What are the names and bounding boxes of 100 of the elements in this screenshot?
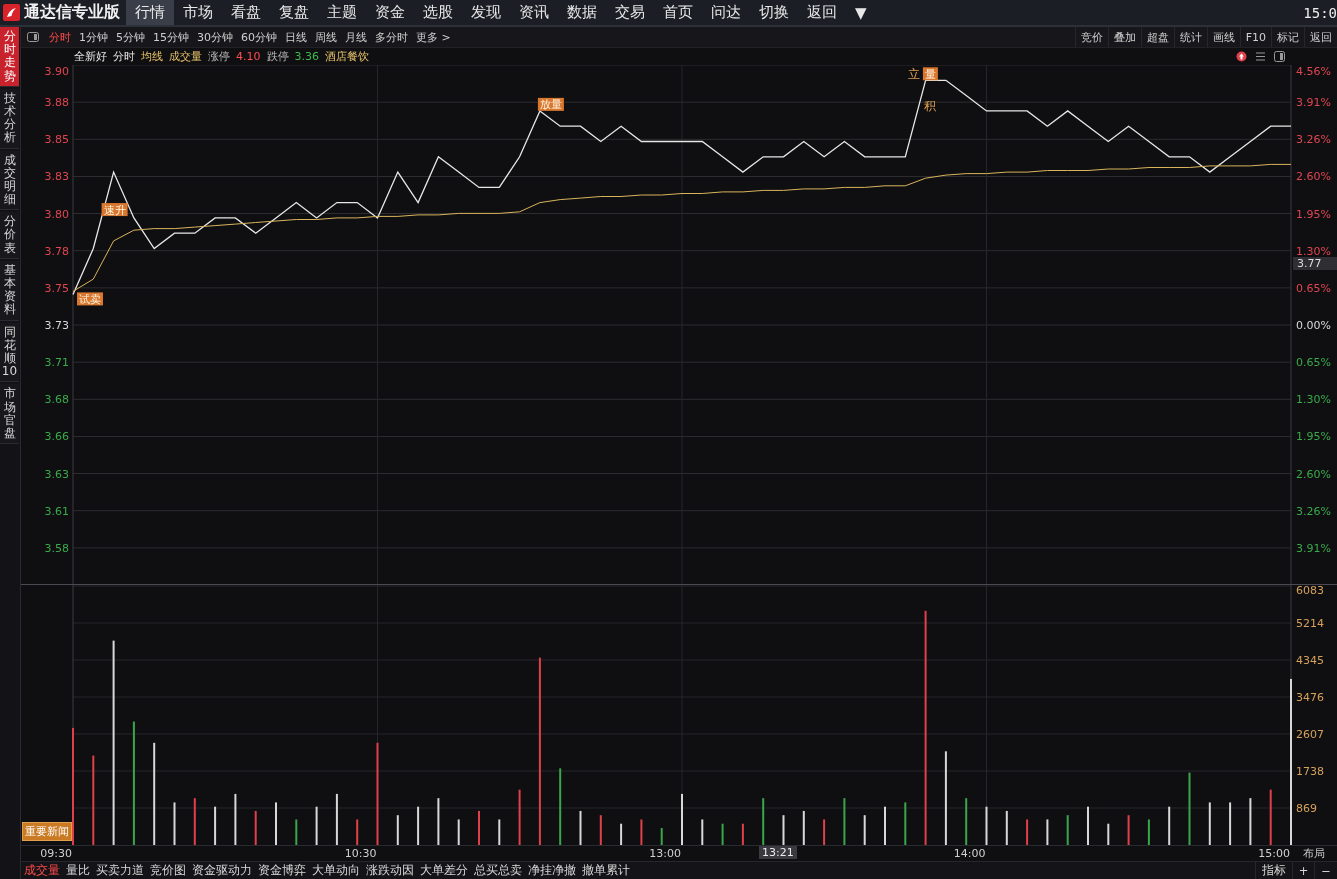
menu-tab[interactable]: 首页 [654, 0, 702, 25]
period-tab[interactable]: 1分钟 [75, 27, 112, 47]
side-tab[interactable]: 市场官盘 [0, 384, 19, 445]
percent-axis-label: 1.95% [1296, 430, 1331, 444]
volume-bar [173, 802, 176, 845]
signal-text: 立 [907, 67, 920, 82]
volume-bar [234, 793, 237, 845]
menu-tab[interactable]: 资讯 [510, 0, 558, 25]
indicator-tab[interactable]: 竞价图 [147, 862, 189, 879]
indicator-tab[interactable]: 净挂净撤 [525, 862, 579, 879]
volume-bar [498, 819, 501, 845]
volume-bar [640, 819, 643, 845]
price-axis-label: 3.61 [44, 504, 69, 518]
volume-bar [1269, 789, 1272, 845]
signal-tag: 试卖 [77, 292, 103, 306]
period-tab[interactable]: 更多 > [412, 27, 455, 47]
price-axis-label: 3.71 [44, 356, 69, 370]
alert-icon[interactable] [1236, 51, 1247, 62]
indicator-tab[interactable]: 买卖力道 [93, 862, 147, 879]
price-axis-label: 3.58 [44, 541, 69, 555]
period-tab[interactable]: 5分钟 [112, 27, 149, 47]
price-axis-label: 3.80 [44, 207, 69, 221]
indicator-control[interactable]: + [1291, 862, 1315, 879]
side-tab[interactable]: 同花顺10 [0, 322, 19, 383]
volume-bar [843, 798, 846, 845]
volume-axis-label: 6083 [1296, 585, 1324, 597]
list-icon[interactable] [1255, 51, 1266, 62]
volume-bar [437, 798, 440, 845]
menu-tab[interactable]: 发现 [462, 0, 510, 25]
menu-tab[interactable]: 返回 [798, 0, 846, 25]
tool-button[interactable]: 统计 [1173, 27, 1207, 47]
indicator-tab[interactable]: 资金驱动力 [189, 862, 255, 879]
volume-bar [396, 815, 399, 845]
menu-tab[interactable]: 切换 [750, 0, 798, 25]
time-axis-label: 09:30 [40, 847, 72, 860]
period-tab[interactable]: 月线 [341, 27, 371, 47]
info-text: 全新好 [74, 49, 107, 64]
menu-tab[interactable]: 交易 [606, 0, 654, 25]
volume-axis-label: 3476 [1296, 691, 1324, 704]
period-tab[interactable]: 60分钟 [237, 27, 281, 47]
tool-button[interactable]: 叠加 [1107, 27, 1141, 47]
panel-toggle-icon[interactable] [27, 32, 39, 42]
signal-text: 积 [923, 99, 936, 114]
period-tab[interactable]: 15分钟 [149, 27, 193, 47]
menu-tab[interactable]: 看盘 [222, 0, 270, 25]
indicator-tab[interactable]: 涨跌动因 [363, 862, 417, 879]
volume-bar [518, 789, 521, 845]
price-axis-label: 3.83 [44, 170, 69, 184]
period-tab[interactable]: 多分时 [371, 27, 412, 47]
price-axis-label: 3.75 [44, 281, 69, 295]
percent-axis-label: 3.26% [1296, 504, 1331, 518]
price-axis-label: 3.90 [44, 65, 69, 78]
indicator-tab[interactable]: 成交量 [21, 862, 63, 879]
volume-bar [904, 802, 907, 845]
volume-bar [1107, 823, 1110, 845]
side-tab[interactable]: 技术分析 [0, 88, 19, 149]
indicator-tab[interactable]: 资金博弈 [255, 862, 309, 879]
indicator-tab[interactable]: 大单动向 [309, 862, 363, 879]
tool-button[interactable]: 超盘 [1140, 27, 1174, 47]
volume-bar [1249, 798, 1252, 845]
menu-tab[interactable]: 市场 [174, 0, 222, 25]
volume-bar [620, 823, 623, 845]
indicator-tab[interactable]: 大单差分 [417, 862, 471, 879]
indicator-tab[interactable]: 量比 [63, 862, 93, 879]
volume-bar [214, 806, 217, 845]
tool-button[interactable]: F10 [1239, 27, 1271, 47]
tool-button[interactable]: 画线 [1206, 27, 1240, 47]
period-tab[interactable]: 日线 [281, 27, 311, 47]
menu-tab[interactable]: 资金 [366, 0, 414, 25]
tool-button[interactable]: 标记 [1271, 27, 1304, 47]
period-tab[interactable]: 分时 [45, 27, 75, 47]
percent-axis-label: 1.95% [1296, 207, 1331, 221]
menu-tab[interactable]: 复盘 [270, 0, 318, 25]
indicator-tab[interactable]: 总买总卖 [471, 862, 525, 879]
tool-button[interactable]: 返回 [1304, 27, 1337, 47]
menu-tab[interactable]: 数据 [558, 0, 606, 25]
indicator-tab[interactable]: 撤单累计 [579, 862, 633, 879]
period-tab[interactable]: 周线 [311, 27, 341, 47]
logo-icon [3, 4, 20, 21]
indicator-control[interactable]: − [1314, 862, 1337, 879]
volume-bar [823, 819, 826, 845]
volume-bar [457, 819, 460, 845]
menu-tab[interactable]: 行情 [126, 0, 174, 25]
side-tab[interactable]: 分时走势 [0, 27, 19, 87]
layout-button[interactable]: 布局 [1303, 846, 1325, 861]
menu-tab[interactable]: 选股 [414, 0, 462, 25]
side-tab[interactable]: 成交明细 [0, 150, 19, 211]
menu-tab[interactable]: 问达 [702, 0, 750, 25]
side-tab[interactable]: 分价表 [0, 212, 19, 259]
info-text: 3.36 [294, 50, 319, 63]
period-tab[interactable]: 30分钟 [193, 27, 237, 47]
panel-icon[interactable] [1274, 51, 1285, 62]
volume-bar [965, 798, 968, 845]
price-axis-label: 3.68 [44, 393, 69, 407]
side-tab[interactable]: 基本资料 [0, 260, 19, 321]
tool-button[interactable]: 竞价 [1074, 27, 1108, 47]
indicator-control[interactable]: 指标 [1254, 862, 1292, 879]
dropdown-button[interactable]: ▼ [846, 0, 876, 25]
volume-bar [782, 815, 785, 845]
menu-tab[interactable]: 主题 [318, 0, 366, 25]
